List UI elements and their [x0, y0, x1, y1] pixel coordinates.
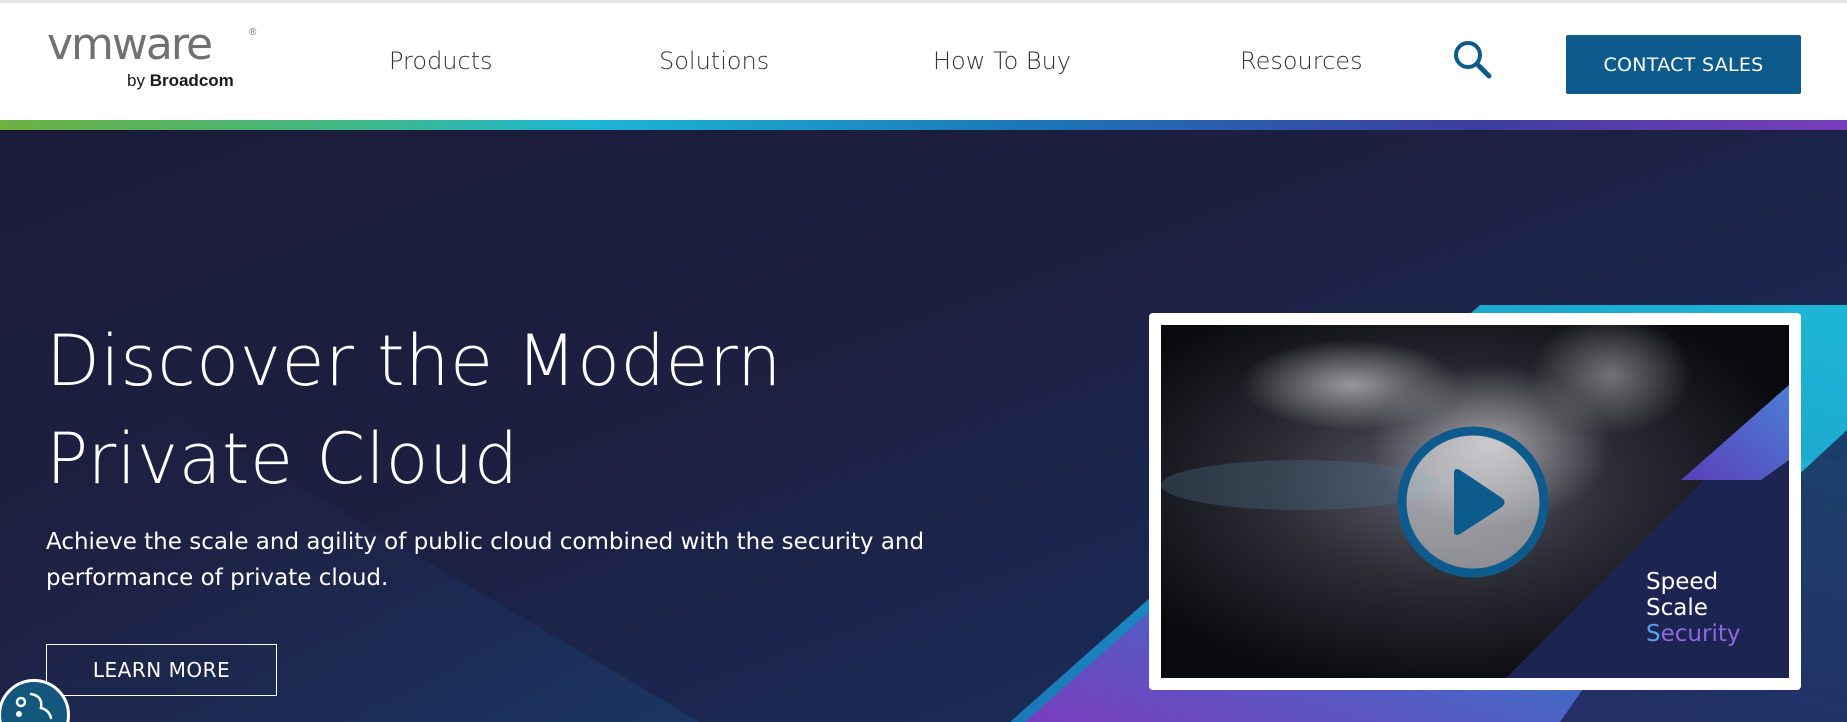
video-thumbnail[interactable]: Speed Scale Security	[1161, 325, 1789, 678]
video-card: Speed Scale Security	[1149, 313, 1801, 690]
hero-title-line-2: Private Cloud	[46, 418, 519, 500]
logo-by-text: by	[127, 71, 145, 90]
logo-byline: by Broadcom	[127, 71, 234, 91]
logo-company: Broadcom	[149, 71, 234, 90]
hero-subtitle-line-2: performance of private cloud.	[46, 565, 389, 591]
caption-scale: Scale	[1646, 595, 1708, 621]
nav-products[interactable]: Products	[389, 47, 493, 75]
caption-speed: Speed	[1646, 569, 1719, 595]
hero-subtitle: Achieve the scale and agility of public …	[46, 524, 946, 596]
nav-how-to-buy[interactable]: How To Buy	[933, 47, 1071, 75]
caption-security: Security	[1646, 621, 1741, 647]
accessibility-button[interactable]	[0, 679, 70, 722]
play-button[interactable]	[1396, 425, 1550, 579]
play-icon	[1397, 426, 1549, 578]
vmware-logo[interactable]: vmware ® by Broadcom	[47, 23, 262, 95]
nav-resources[interactable]: Resources	[1240, 47, 1363, 75]
nav-solutions[interactable]: Solutions	[659, 47, 769, 75]
search-icon	[1454, 41, 1492, 79]
learn-more-button[interactable]: LEARN MORE	[46, 644, 277, 696]
video-caption: Speed Scale Security	[1646, 569, 1740, 647]
search-button[interactable]	[1452, 39, 1494, 81]
accessibility-icon	[15, 692, 53, 720]
hero-subtitle-line-1: Achieve the scale and agility of public …	[46, 529, 925, 555]
hero-section: Discover the Modern Private Cloud Achiev…	[0, 130, 1847, 722]
hero-title-line-1: Discover the Modern	[46, 320, 782, 402]
site-header: vmware ® by Broadcom Products Solutions …	[0, 0, 1847, 120]
logo-wordmark: vmware	[47, 19, 213, 70]
accent-gradient-bar	[0, 120, 1847, 130]
logo-registered-mark: ®	[249, 27, 257, 38]
contact-sales-button[interactable]: CONTACT SALES	[1566, 35, 1801, 94]
hero-title: Discover the Modern Private Cloud	[46, 312, 946, 508]
